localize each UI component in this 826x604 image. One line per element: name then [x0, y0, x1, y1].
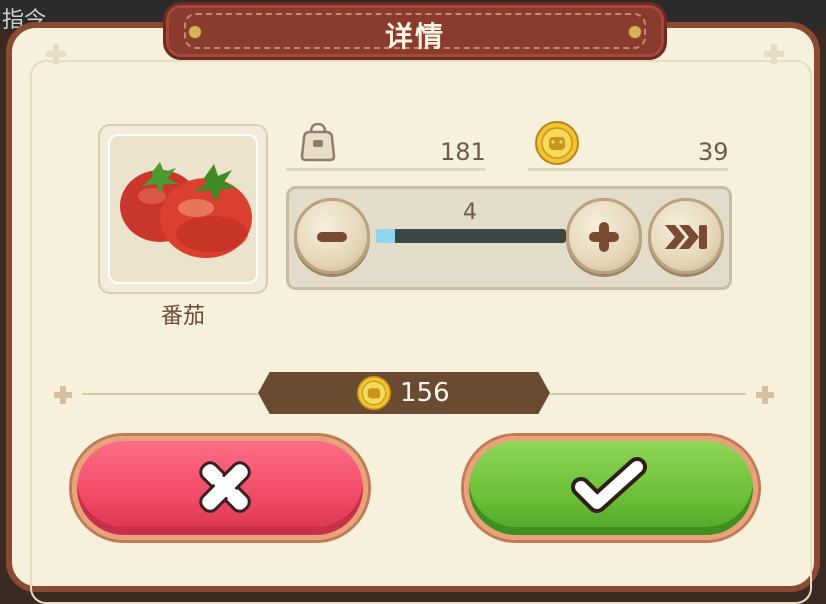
plus-icon — [589, 222, 619, 252]
item-name: 番茄 — [160, 304, 205, 329]
coin-icon — [535, 121, 579, 165]
corner-ornament-icon — [764, 44, 784, 64]
close-icon — [199, 461, 251, 513]
minus-icon — [317, 232, 347, 242]
cancel-button[interactable] — [72, 436, 368, 540]
corner-ornament-icon — [46, 44, 66, 64]
tomato-icon — [120, 162, 252, 258]
dialog-header: 详情 — [163, 2, 667, 60]
decrease-button[interactable] — [294, 198, 370, 274]
divider-ornament-icon — [54, 386, 72, 404]
inventory-count: 181 — [440, 138, 486, 166]
total-price: 156 — [400, 378, 450, 408]
dialog-title: 详情 — [384, 20, 445, 53]
quantity-slider[interactable] — [376, 229, 566, 243]
confirm-button[interactable] — [464, 436, 758, 540]
divider-ornament-icon — [756, 386, 774, 404]
divider-line-left — [82, 393, 258, 395]
quantity-value: 4 — [463, 200, 477, 225]
bag-icon — [300, 122, 336, 162]
increase-button[interactable] — [566, 198, 642, 274]
divider-line-right — [550, 393, 746, 395]
coin-balance: 39 — [698, 138, 729, 166]
fast-forward-icon — [665, 225, 707, 249]
quantity-slider-fill — [376, 229, 395, 243]
max-quantity-button[interactable] — [648, 198, 724, 274]
check-icon — [571, 457, 647, 513]
item-frame — [98, 124, 268, 294]
coin-icon — [356, 375, 392, 411]
